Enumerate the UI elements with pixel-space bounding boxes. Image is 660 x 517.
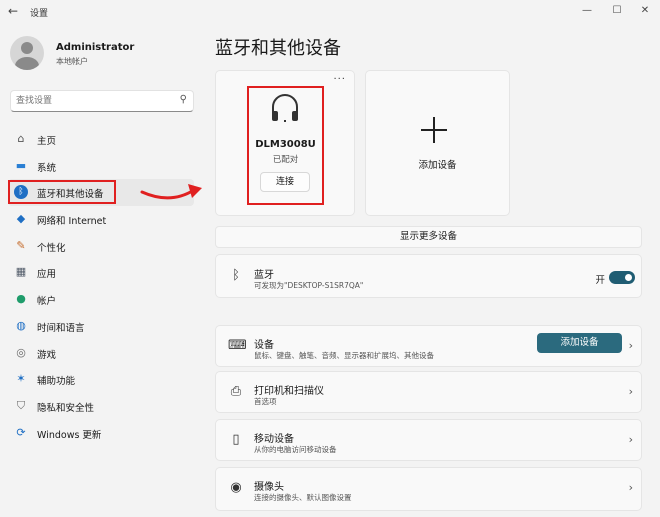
- sidebar-item-4[interactable]: ✎ 个性化: [8, 233, 194, 260]
- highlight-box-device: [247, 86, 324, 205]
- sidebar-item-label: 游戏: [37, 349, 57, 361]
- phone-icon: ▯: [232, 432, 240, 447]
- add-device-card[interactable]: 添加设备: [365, 70, 510, 216]
- sidebar-item-11[interactable]: ⟳ Windows 更新: [8, 420, 194, 447]
- row-subtitle: 连接的摄像头、默认图像设置: [254, 493, 352, 502]
- bluetooth-icon: ᛒ: [232, 268, 240, 283]
- sidebar-item-0[interactable]: ⌂ 主页: [8, 126, 194, 153]
- settings-row-printer[interactable]: ⎙ 打印机和扫描仪 首选项 ›: [215, 371, 642, 413]
- bluetooth-row: ᛒ 蓝牙 可发现为"DESKTOP-S1SR7QA" 开: [215, 254, 642, 298]
- settings-search[interactable]: ⚲: [10, 90, 194, 112]
- more-options-button[interactable]: ...: [333, 71, 346, 82]
- chevron-right-icon: ›: [628, 481, 633, 494]
- sidebar-item-10[interactable]: ⛉ 隐私和安全性: [8, 393, 194, 420]
- sidebar-nav: ⌂ 主页 ▬ 系统 ᛒ 蓝牙和其他设备 ◆ 网络和 Internet ✎ 个性化 ▦ 应用 ● 帐户 ◍ 时间…: [8, 126, 200, 446]
- plus-icon: [421, 117, 447, 143]
- row-title: 摄像头: [254, 482, 284, 493]
- bluetooth-toggle[interactable]: [609, 271, 635, 284]
- page-title: 蓝牙和其他设备: [215, 38, 341, 59]
- apps-icon: ▦: [15, 265, 27, 279]
- chevron-right-icon: ›: [628, 385, 633, 398]
- sidebar-item-label: 主页: [37, 136, 57, 147]
- system-icon: ▬: [15, 158, 27, 172]
- search-input[interactable]: [16, 94, 166, 108]
- row-title: 设备: [254, 340, 274, 351]
- window-title: 设置: [30, 9, 49, 19]
- sidebar-item-label: 个性化: [37, 242, 66, 254]
- minimize-button[interactable]: —: [576, 2, 598, 20]
- title-bar: ← 设置 — ☐ ✕: [0, 0, 660, 24]
- accessibility-icon: ✶: [16, 372, 26, 386]
- profile-account-type: 本地帐户: [56, 57, 88, 66]
- chevron-right-icon: ›: [628, 339, 633, 352]
- sidebar-item-label: 系统: [37, 162, 57, 174]
- update-icon: ⟳: [16, 425, 26, 439]
- sidebar-item-label: 时间和语言: [37, 322, 85, 334]
- wifi-icon: ◆: [16, 212, 26, 226]
- chevron-right-icon: ›: [628, 433, 633, 446]
- globe-icon: ◍: [16, 318, 26, 332]
- sidebar-item-6[interactable]: ● 帐户: [8, 286, 194, 313]
- avatar: [10, 36, 44, 70]
- close-button[interactable]: ✕: [634, 2, 656, 20]
- sidebar-item-5[interactable]: ▦ 应用: [8, 259, 194, 286]
- bluetooth-title: 蓝牙: [254, 270, 274, 281]
- camera-icon: ◉: [230, 480, 242, 495]
- highlight-box-sidebar: [8, 180, 116, 204]
- sidebar-item-1[interactable]: ▬ 系统: [8, 153, 194, 180]
- sidebar-item-label: 帐户: [37, 296, 57, 308]
- home-icon: ⌂: [17, 132, 25, 145]
- row-subtitle: 鼠标、键盘、触笔、音频、显示器和扩展坞、其他设备: [254, 351, 434, 360]
- profile-name: Administrator: [56, 42, 135, 53]
- sidebar-item-label: 辅助功能: [37, 376, 76, 388]
- settings-row-camera[interactable]: ◉ 摄像头 连接的摄像头、默认图像设置 ›: [215, 467, 642, 511]
- sidebar-item-7[interactable]: ◍ 时间和语言: [8, 313, 194, 340]
- maximize-button[interactable]: ☐: [606, 2, 628, 20]
- row-title: 移动设备: [254, 434, 294, 445]
- settings-row-phone[interactable]: ▯ 移动设备 从你的电脑访问移动设备 ›: [215, 419, 642, 461]
- row-title: 打印机和扫描仪: [254, 386, 324, 397]
- settings-row-devices[interactable]: ⌨ 设备 鼠标、键盘、触笔、音频、显示器和扩展坞、其他设备 添加设备 ›: [215, 325, 642, 367]
- sidebar-item-3[interactable]: ◆ 网络和 Internet: [8, 206, 194, 233]
- show-more-devices-button[interactable]: 显示更多设备: [215, 226, 642, 248]
- printer-icon: ⎙: [230, 384, 242, 399]
- sidebar-item-label: 隐私和安全性: [37, 402, 95, 414]
- gamepad-icon: ◎: [16, 345, 26, 359]
- sidebar-item-label: Windows 更新: [37, 429, 102, 441]
- brush-icon: ✎: [16, 238, 26, 252]
- sidebar-item-label: 应用: [37, 269, 57, 281]
- toggle-label: 开: [595, 275, 605, 286]
- back-icon[interactable]: ←: [8, 4, 18, 18]
- arrow-icon: [140, 184, 202, 200]
- shield-icon: ⛉: [16, 398, 26, 412]
- add-device-label: 添加设备: [418, 160, 457, 171]
- devices-icon: ⌨: [228, 338, 247, 353]
- row-subtitle: 从你的电脑访问移动设备: [254, 445, 337, 454]
- account-icon: ●: [16, 292, 26, 306]
- search-icon[interactable]: ⚲: [180, 94, 187, 105]
- sidebar-item-8[interactable]: ◎ 游戏: [8, 340, 194, 367]
- sidebar-item-9[interactable]: ✶ 辅助功能: [8, 366, 194, 393]
- user-profile[interactable]: Administrator 本地帐户: [10, 36, 200, 72]
- sidebar-item-label: 网络和 Internet: [37, 216, 107, 228]
- bluetooth-subtitle: 可发现为"DESKTOP-S1SR7QA": [254, 281, 364, 290]
- add-device-button[interactable]: 添加设备: [537, 333, 622, 353]
- row-subtitle: 首选项: [254, 397, 277, 406]
